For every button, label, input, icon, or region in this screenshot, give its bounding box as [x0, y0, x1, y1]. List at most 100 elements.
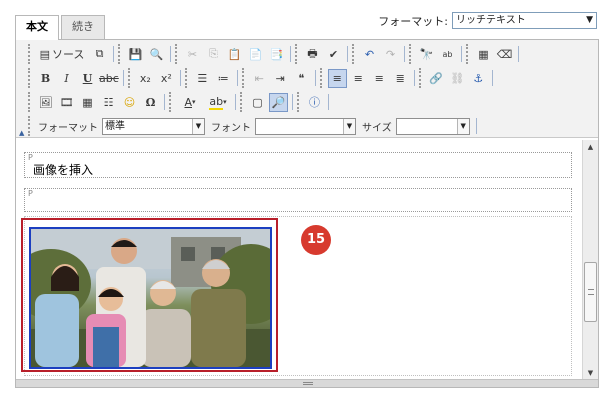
help-icon[interactable]: ⓘ [305, 93, 324, 112]
image-icon[interactable]: 🖼 [36, 93, 55, 112]
format-combo-value: 標準 [105, 120, 125, 132]
spellcheck-icon[interactable]: ✔ [324, 45, 343, 64]
editor-resize-handle[interactable] [16, 379, 598, 387]
indent-icon[interactable]: ⇥ [271, 69, 290, 88]
scrollbar-thumb[interactable] [584, 262, 597, 322]
templates-icon[interactable]: ⧉ [90, 45, 109, 64]
vertical-scrollbar[interactable]: ▲ ▼ [582, 140, 598, 380]
anchor-icon[interactable]: ⚓ [469, 69, 488, 88]
background-color-icon[interactable]: ab ▾ [205, 93, 231, 112]
text-color-icon[interactable]: A ▾ [177, 93, 203, 112]
toolbar-group-find: 🔭 ab [409, 44, 462, 64]
chevron-down-icon: ▼ [456, 118, 469, 134]
toolbar-group-clipboard: ✂ ⎘ 📋 📄 📑 [175, 44, 291, 64]
tab-continued[interactable]: 続き [61, 15, 105, 39]
bulleted-list-icon[interactable]: ≔ [214, 69, 233, 88]
align-right-icon[interactable]: ≡ [370, 69, 389, 88]
toolbar-group-colors: A ▾ ab ▾ [169, 92, 236, 112]
bold-icon[interactable]: B [36, 69, 55, 88]
source-icon: ▤ [39, 47, 50, 61]
family-photo-icon [31, 229, 270, 367]
toolbar-group-doc: 💾 🔍 [118, 44, 171, 64]
toolbar-row-2: B I U abc x₂ x² ☰ ≔ ⇤ ⇥ ❝ ≡ ≡ ≡ ≣ 🔗 ⛓ ⚓ [28, 68, 493, 88]
underline-icon[interactable]: U [78, 69, 97, 88]
remove-format-icon[interactable]: ⌫ [495, 45, 514, 64]
replace-icon[interactable]: ab [438, 45, 457, 64]
toolbar-group-script: x₂ x² [127, 68, 181, 88]
toolbar-group-undo: ↶ ↷ [352, 44, 405, 64]
copy-icon[interactable]: ⎘ [204, 45, 223, 64]
toolbar-group-combos: フォーマット 標準 ▼ フォント ▼ サイズ ▼ [28, 116, 477, 136]
toolbar-group-link: 🔗 ⛓ ⚓ [418, 68, 493, 88]
format-selector-label: フォーマット: [378, 14, 448, 28]
font-combo[interactable]: ▼ [255, 117, 356, 135]
format-combo-label: フォーマット [38, 122, 98, 134]
scroll-up-icon[interactable]: ▲ [583, 140, 598, 154]
align-justify-icon[interactable]: ≣ [391, 69, 410, 88]
source-button[interactable]: ▤ ソース [36, 45, 88, 64]
table-icon[interactable]: ▦ [78, 93, 97, 112]
link-icon[interactable]: 🔗 [427, 69, 446, 88]
maximize-icon[interactable]: ▢ [248, 93, 267, 112]
image-selection-highlight [21, 218, 278, 372]
paragraph-tag: P [28, 189, 33, 198]
paragraph-block[interactable]: P 画像を挿入 [24, 152, 572, 178]
find-icon[interactable]: 🔭 [417, 45, 436, 64]
font-combo-label: フォント [211, 122, 251, 134]
align-center-icon[interactable]: ≡ [349, 69, 368, 88]
toolbar-group-text-style: B I U abc [28, 68, 124, 88]
annotation-badge: 15 [301, 225, 331, 255]
paste-icon[interactable]: 📋 [225, 45, 244, 64]
chevron-down-icon: ▼ [586, 15, 593, 25]
paste-word-icon[interactable]: 📑 [267, 45, 286, 64]
collapse-toolbar-icon[interactable]: ▲ [19, 129, 24, 137]
numbered-list-icon[interactable]: ☰ [193, 69, 212, 88]
toolbar-group-view: ▢ 🔎 [240, 92, 293, 112]
format-combo[interactable]: 標準 ▼ [102, 117, 205, 135]
chevron-down-icon: ▼ [192, 118, 204, 134]
paragraph-block[interactable]: P [24, 188, 572, 212]
subscript-icon[interactable]: x₂ [136, 69, 155, 88]
editor-toolbar: ▤ ソース ⧉ 💾 🔍 ✂ ⎘ 📋 📄 📑 🖶 ✔ ↶ ↷ 🔭 ab ▦ ⌫ B… [16, 40, 598, 138]
smiley-icon[interactable]: ☺ [120, 93, 139, 112]
blockquote-icon[interactable]: ❝ [292, 69, 311, 88]
editor-content[interactable]: P 画像を挿入 P 15 [16, 140, 581, 380]
redo-icon[interactable]: ↷ [381, 45, 400, 64]
print-icon[interactable]: 🖶 [303, 45, 322, 64]
toolbar-row-4: フォーマット 標準 ▼ フォント ▼ サイズ ▼ [28, 116, 477, 136]
unlink-icon[interactable]: ⛓ [448, 69, 467, 88]
scroll-down-icon[interactable]: ▼ [583, 366, 598, 380]
tab-body[interactable]: 本文 [15, 15, 59, 40]
cut-icon[interactable]: ✂ [183, 45, 202, 64]
format-selector: フォーマット: リッチテキスト ▼ [378, 12, 597, 29]
special-char-icon[interactable]: Ω [141, 93, 160, 112]
toolbar-group-insert: 🖼 🎞 ▦ ☷ ☺ Ω [28, 92, 165, 112]
horizontal-rule-icon[interactable]: ☷ [99, 93, 118, 112]
save-icon[interactable]: 💾 [126, 45, 145, 64]
format-select-value: リッチテキスト [456, 15, 526, 26]
undo-icon[interactable]: ↶ [360, 45, 379, 64]
size-combo-label: サイズ [362, 122, 392, 134]
toolbar-group-help: ⓘ [297, 92, 329, 112]
editor-tabs: 本文 続き [15, 15, 107, 40]
toolbar-group-print: 🖶 ✔ [295, 44, 348, 64]
strikethrough-icon[interactable]: abc [99, 69, 119, 88]
paragraph-text: 画像を挿入 [33, 163, 94, 177]
source-button-label: ソース [51, 48, 85, 61]
select-all-icon[interactable]: ▦ [474, 45, 493, 64]
preview-icon[interactable]: 🔍 [147, 45, 166, 64]
toolbar-group-indent: ⇤ ⇥ ❝ [241, 68, 316, 88]
inserted-image[interactable] [29, 227, 272, 369]
size-combo[interactable]: ▼ [395, 117, 470, 135]
toolbar-group-align: ≡ ≡ ≡ ≣ [319, 68, 415, 88]
superscript-icon[interactable]: x² [157, 69, 176, 88]
outdent-icon[interactable]: ⇤ [250, 69, 269, 88]
align-left-icon[interactable]: ≡ [327, 68, 347, 88]
paste-text-icon[interactable]: 📄 [246, 45, 265, 64]
show-blocks-icon[interactable]: 🔎 [269, 92, 288, 112]
flash-icon[interactable]: 🎞 [57, 93, 76, 112]
chevron-down-icon: ▼ [343, 118, 355, 134]
italic-icon[interactable]: I [57, 69, 76, 88]
rich-text-editor: ▤ ソース ⧉ 💾 🔍 ✂ ⎘ 📋 📄 📑 🖶 ✔ ↶ ↷ 🔭 ab ▦ ⌫ B… [15, 39, 599, 388]
format-select[interactable]: リッチテキスト ▼ [452, 12, 597, 29]
